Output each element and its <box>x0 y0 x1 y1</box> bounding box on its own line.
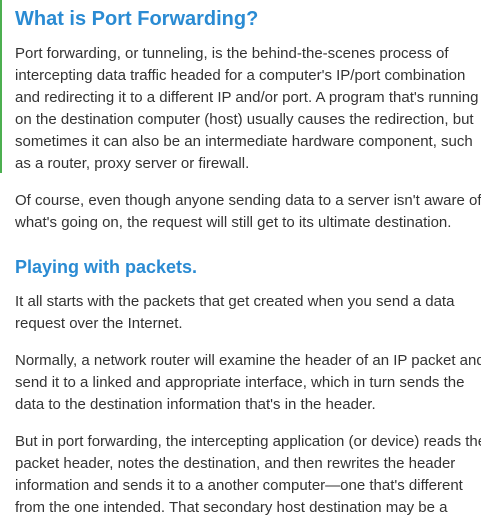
text-line: send it to a linked and appropriate inte… <box>15 374 465 391</box>
section-heading-port-forwarding: What is Port Forwarding? <box>15 8 259 30</box>
text-line: But in port forwarding, the intercepting… <box>15 433 481 450</box>
section-heading-packets: Playing with packets. <box>15 257 198 277</box>
paragraph-ultimate-destination: Of course, even though anyone sending da… <box>15 190 481 234</box>
text-line: information and sends it to a another co… <box>15 477 463 494</box>
text-line: from the one intended. That secondary ho… <box>15 499 448 516</box>
text-line: and redirecting it to a different IP and… <box>15 89 479 106</box>
text-line: Normally, a network router will examine … <box>15 352 481 369</box>
text-line: It all starts with the packets that get … <box>15 293 455 310</box>
section-accent-bar <box>0 0 2 173</box>
text-line: sometimes it can also be an intermediate… <box>15 133 473 150</box>
paragraph-router-normal: Normally, a network router will examine … <box>15 350 481 416</box>
text-line: intercepting data traffic headed for a c… <box>15 67 466 84</box>
text-line: what's going on, the request will still … <box>15 214 452 231</box>
text-line: data to the destination information that… <box>15 396 376 413</box>
paragraph-port-forwarding-rewrite: But in port forwarding, the intercepting… <box>15 431 481 519</box>
text-line: on the destination computer (host) usual… <box>15 111 474 128</box>
text-line: as a router, proxy server or firewall. <box>15 155 250 172</box>
text-line: packet header, notes the destination, an… <box>15 455 456 472</box>
paragraph-packets-start: It all starts with the packets that get … <box>15 291 481 335</box>
text-line: Of course, even though anyone sending da… <box>15 192 481 209</box>
paragraph-definition: Port forwarding, or tunneling, is the be… <box>15 43 481 175</box>
text-line: Port forwarding, or tunneling, is the be… <box>15 45 449 62</box>
text-line: request over the Internet. <box>15 315 183 332</box>
article-page: What is Port Forwarding? Port forwarding… <box>0 0 481 526</box>
